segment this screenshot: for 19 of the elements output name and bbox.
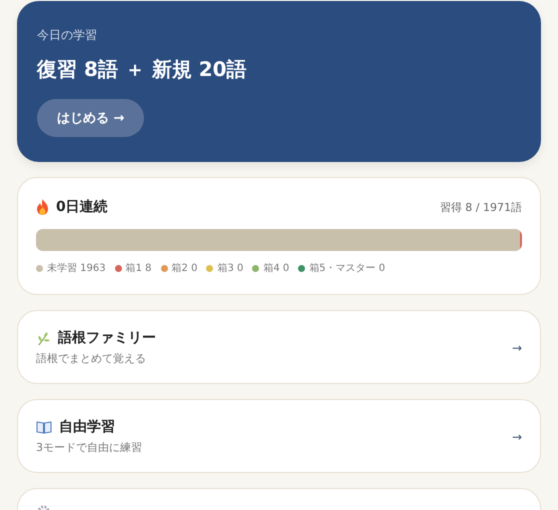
menu-card[interactable]: 語根ファミリー 語根でまとめて覚える →	[17, 310, 541, 384]
start-button[interactable]: はじめる →	[37, 99, 144, 137]
legend-label: 箱1 8	[126, 262, 152, 275]
legend-label: 箱4 0	[263, 262, 290, 275]
menu-subtitle: 語根でまとめて覚える	[36, 351, 147, 366]
menu-card[interactable]: 自由学習 3モードで自由に練習 →	[17, 399, 541, 473]
learned-count: 習得 8 / 1971語	[440, 200, 522, 214]
legend-label: 未学習 1963	[47, 262, 106, 275]
menu-subtitle: 3モードで自由に練習	[36, 440, 142, 455]
menu-title: 自由学習	[59, 418, 115, 436]
legend-label: 箱3 0	[217, 262, 244, 275]
legend-label: 箱5・マスター 0	[309, 262, 386, 275]
arrow-icon: →	[512, 340, 522, 354]
hero-headline: 復習 8語 ＋ 新規 20語	[37, 56, 247, 83]
arrow-icon: →	[512, 430, 522, 444]
streak-title: 0日連続	[56, 198, 108, 216]
legend-label: 箱2 0	[172, 262, 198, 275]
menu-title: 語根ファミリー	[58, 329, 156, 347]
hero-caption: 今日の学習	[37, 27, 97, 44]
